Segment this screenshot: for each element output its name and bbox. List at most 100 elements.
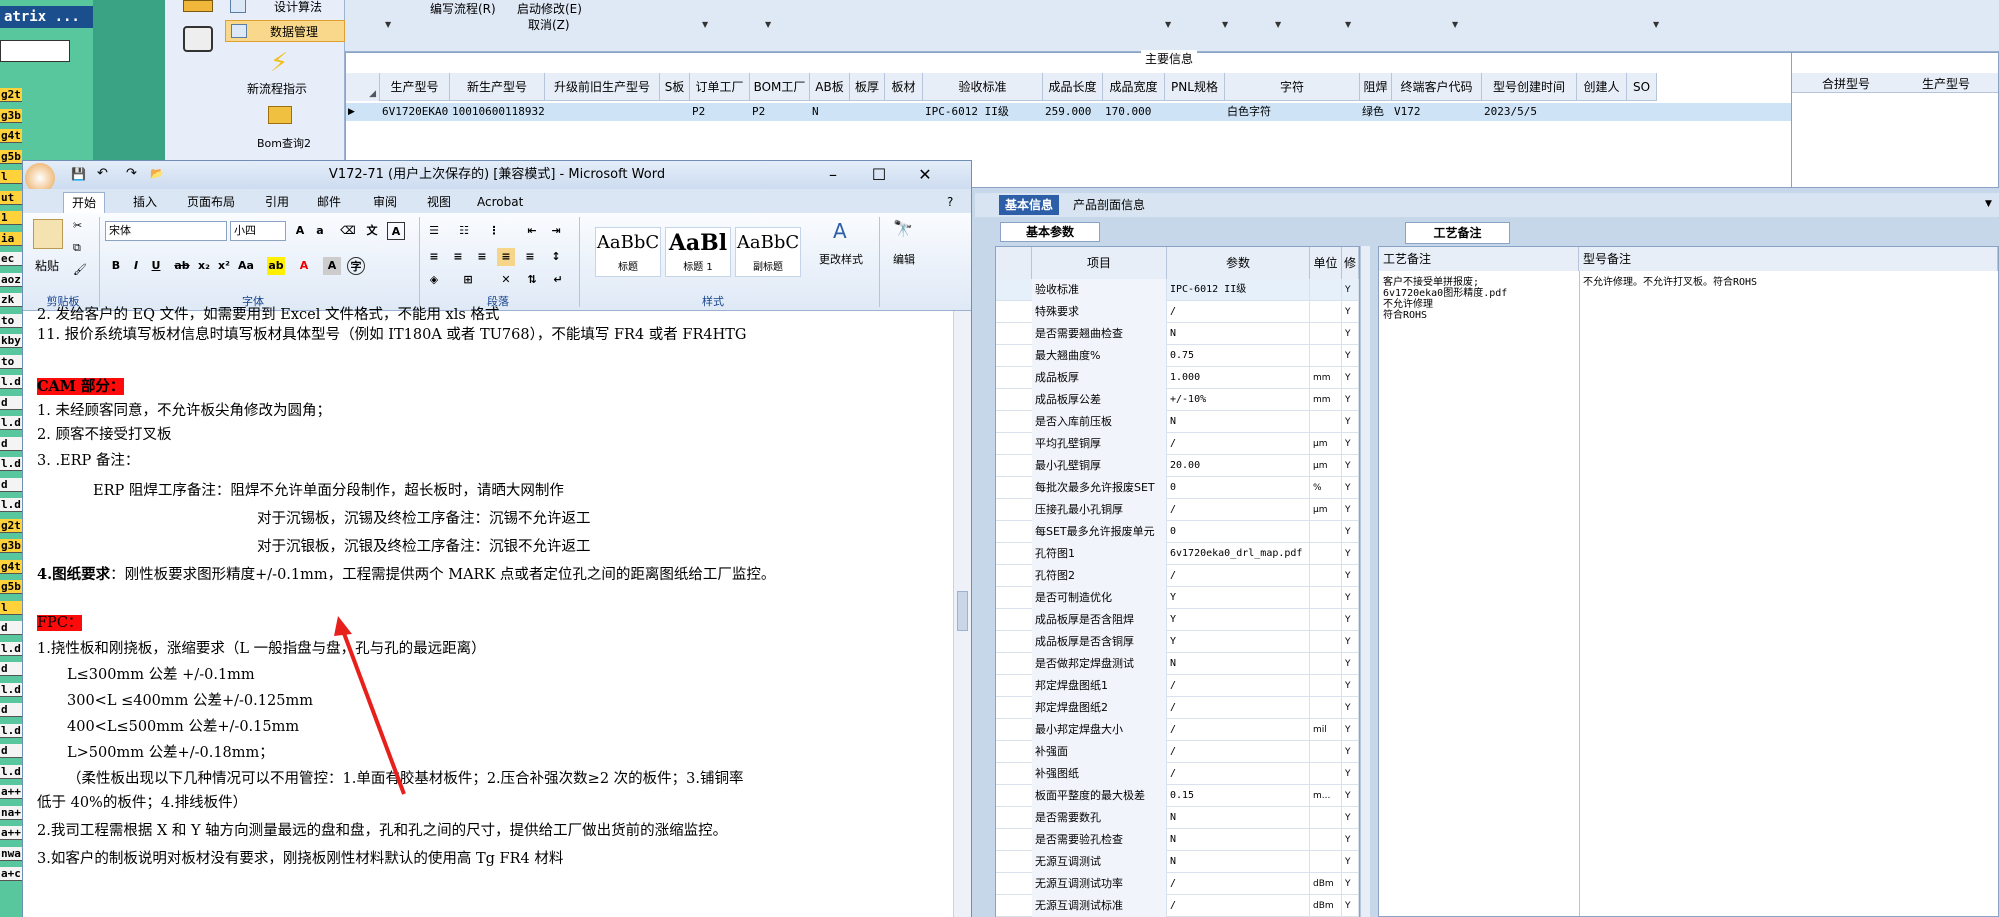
table-row[interactable]: 特殊要求 / Y bbox=[996, 301, 1359, 323]
left-strip-item[interactable]: d bbox=[0, 477, 22, 492]
table-cell[interactable] bbox=[852, 103, 885, 121]
param-value[interactable]: N bbox=[1167, 851, 1310, 873]
distribute-icon[interactable]: ≡ bbox=[521, 248, 539, 266]
table-cell[interactable] bbox=[547, 103, 660, 121]
left-strip-item[interactable]: d bbox=[0, 744, 22, 758]
char-border-icon[interactable]: A bbox=[387, 222, 405, 240]
style-swatch[interactable]: AaBbC 副标题 bbox=[735, 227, 801, 277]
table-row[interactable]: 成品板厚是否含铜厚 Y Y bbox=[996, 631, 1359, 653]
font-size-select[interactable]: 小四 bbox=[230, 221, 286, 241]
param-value[interactable]: IPC-6012 II级 bbox=[1167, 279, 1310, 301]
borders-icon[interactable]: ⊞ bbox=[459, 271, 477, 289]
printer-icon[interactable] bbox=[183, 26, 213, 52]
table-row[interactable]: 最小孔壁铜厚 20.00 μm Y bbox=[996, 455, 1359, 477]
table-row[interactable]: 无源互调测试功率 / dBm Y bbox=[996, 873, 1359, 895]
table-cell[interactable]: N bbox=[812, 103, 850, 121]
chevron-down-icon[interactable]: ▼ bbox=[765, 20, 771, 29]
left-strip-item[interactable]: nwa bbox=[0, 846, 22, 861]
table-row[interactable]: 邦定焊盘图纸2/ Y bbox=[996, 697, 1359, 719]
bold-icon[interactable]: B bbox=[107, 257, 125, 275]
nav-data-manage[interactable]: 数据管理 bbox=[225, 20, 345, 42]
word-tab[interactable]: 插入 bbox=[125, 192, 165, 213]
table-row[interactable]: 平均孔壁铜厚 / μm Y bbox=[996, 433, 1359, 455]
param-value[interactable]: / bbox=[1167, 565, 1310, 587]
left-strip-item[interactable]: l.d bbox=[0, 416, 22, 430]
close-icon[interactable]: ✕ bbox=[907, 163, 943, 187]
align-center-icon[interactable]: ≡ bbox=[449, 248, 467, 266]
style-swatch[interactable]: AaBl 标题 1 bbox=[665, 227, 731, 277]
line-spacing-icon[interactable]: ↕ bbox=[547, 248, 565, 266]
align-left-icon[interactable]: ≡ bbox=[425, 248, 443, 266]
table-row[interactable]: 补强面 / Y bbox=[996, 741, 1359, 763]
justify-icon[interactable]: ≡ bbox=[497, 248, 515, 266]
shading-icon[interactable]: ◈ bbox=[425, 271, 443, 289]
table-row[interactable]: 是否需要验孔检查 N Y bbox=[996, 829, 1359, 851]
tab-profile-info[interactable]: 产品剖面信息 bbox=[1067, 195, 1151, 215]
param-value[interactable]: N bbox=[1167, 411, 1310, 433]
table-row[interactable]: 压接孔最小孔铜厚 / μm Y bbox=[996, 499, 1359, 521]
table-row[interactable]: 无源互调测试标准 / dBm Y bbox=[996, 895, 1359, 917]
param-value[interactable]: Y bbox=[1167, 587, 1310, 609]
column-header[interactable]: 生产型号 bbox=[380, 73, 450, 101]
word-tab[interactable]: Acrobat bbox=[469, 192, 531, 213]
font-name-select[interactable]: 宋体 bbox=[105, 221, 227, 241]
left-strip-item[interactable]: 1 bbox=[0, 211, 22, 225]
word-tab[interactable]: 引用 bbox=[257, 192, 297, 213]
column-header[interactable]: 成品宽度 bbox=[1103, 73, 1165, 101]
table-row[interactable]: 最小邦定焊盘大小 / mil Y bbox=[996, 719, 1359, 741]
left-strip-title[interactable]: atrix ... bbox=[0, 6, 93, 28]
grow-font-icon[interactable]: A bbox=[291, 222, 309, 240]
param-value[interactable]: 1.000 bbox=[1167, 367, 1310, 389]
left-strip-item[interactable]: d bbox=[0, 621, 22, 635]
column-header[interactable]: BOM工厂 bbox=[750, 73, 810, 101]
char-shading-icon[interactable]: A bbox=[323, 257, 341, 275]
param-value[interactable]: / bbox=[1167, 719, 1310, 741]
param-value[interactable]: 0 bbox=[1167, 521, 1310, 543]
params-scrollbar[interactable] bbox=[1360, 246, 1370, 917]
left-strip-item[interactable]: a++ bbox=[0, 785, 22, 799]
table-cell[interactable]: IPC-6012 II级 bbox=[925, 103, 1043, 121]
table-row[interactable]: 板面平整度的最大极差 0.15 m... Y bbox=[996, 785, 1359, 807]
column-header[interactable]: PNL规格 bbox=[1165, 73, 1225, 101]
write-flow-button[interactable]: 编写流程(R) bbox=[430, 0, 496, 17]
table-cell[interactable]: 绿色 bbox=[1362, 103, 1392, 121]
numbering-icon[interactable]: ☷ bbox=[455, 222, 473, 240]
table-cell[interactable]: 259.000 bbox=[1045, 103, 1103, 121]
left-strip-item[interactable]: l.d bbox=[0, 457, 22, 471]
column-header[interactable]: 字符 bbox=[1225, 73, 1360, 101]
left-strip-item[interactable]: g5b bbox=[0, 149, 22, 164]
left-strip-item[interactable]: d bbox=[0, 395, 22, 410]
table-cell[interactable] bbox=[1579, 103, 1627, 121]
param-value[interactable]: 6v1720eka0_drl_map.pdf bbox=[1167, 543, 1310, 565]
table-row[interactable]: 是否需要数孔 N Y bbox=[996, 807, 1359, 829]
param-value[interactable]: / bbox=[1167, 763, 1310, 785]
column-header[interactable]: 阻焊 bbox=[1360, 73, 1392, 101]
left-strip-item[interactable]: a++ bbox=[0, 826, 22, 840]
lightning-icon[interactable]: ⚡ bbox=[270, 48, 288, 78]
left-strip-item[interactable]: l.d bbox=[0, 764, 22, 779]
param-value[interactable]: +/-10% bbox=[1167, 389, 1310, 411]
param-value[interactable]: / bbox=[1167, 499, 1310, 521]
nav-design-algo[interactable]: 设计算法 bbox=[225, 0, 345, 18]
left-strip-item[interactable]: l.d bbox=[0, 723, 22, 738]
decrease-indent-icon[interactable]: ⇤ bbox=[523, 222, 541, 240]
param-value[interactable]: 0.75 bbox=[1167, 345, 1310, 367]
left-strip-item[interactable]: kby bbox=[0, 334, 22, 348]
chevron-down-icon[interactable]: ▼ bbox=[1275, 20, 1281, 29]
param-value[interactable]: / bbox=[1167, 675, 1310, 697]
strikethrough-icon[interactable]: ab bbox=[173, 257, 191, 275]
table-row[interactable]: 每批次最多允许报废SET 0% Y bbox=[996, 477, 1359, 499]
show-marks-icon[interactable]: ↵ bbox=[549, 271, 567, 289]
column-header[interactable]: SO bbox=[1627, 73, 1657, 101]
left-strip-item[interactable]: a+c bbox=[0, 867, 22, 881]
word-tab[interactable]: 邮件 bbox=[309, 192, 349, 213]
param-value[interactable]: N bbox=[1167, 807, 1310, 829]
left-strip-item[interactable]: ia bbox=[0, 231, 22, 246]
table-cell[interactable]: V172 bbox=[1394, 103, 1482, 121]
left-strip-item[interactable]: d bbox=[0, 436, 22, 451]
binoculars-icon[interactable]: 🔭 bbox=[893, 219, 913, 238]
left-strip-item[interactable]: l.d bbox=[0, 375, 22, 389]
left-strip-item[interactable]: g4t bbox=[0, 559, 22, 574]
table-cell[interactable]: 6V1720EKA0 bbox=[382, 103, 450, 121]
table-row[interactable]: 最大翘曲度% 0.75 Y bbox=[996, 345, 1359, 367]
